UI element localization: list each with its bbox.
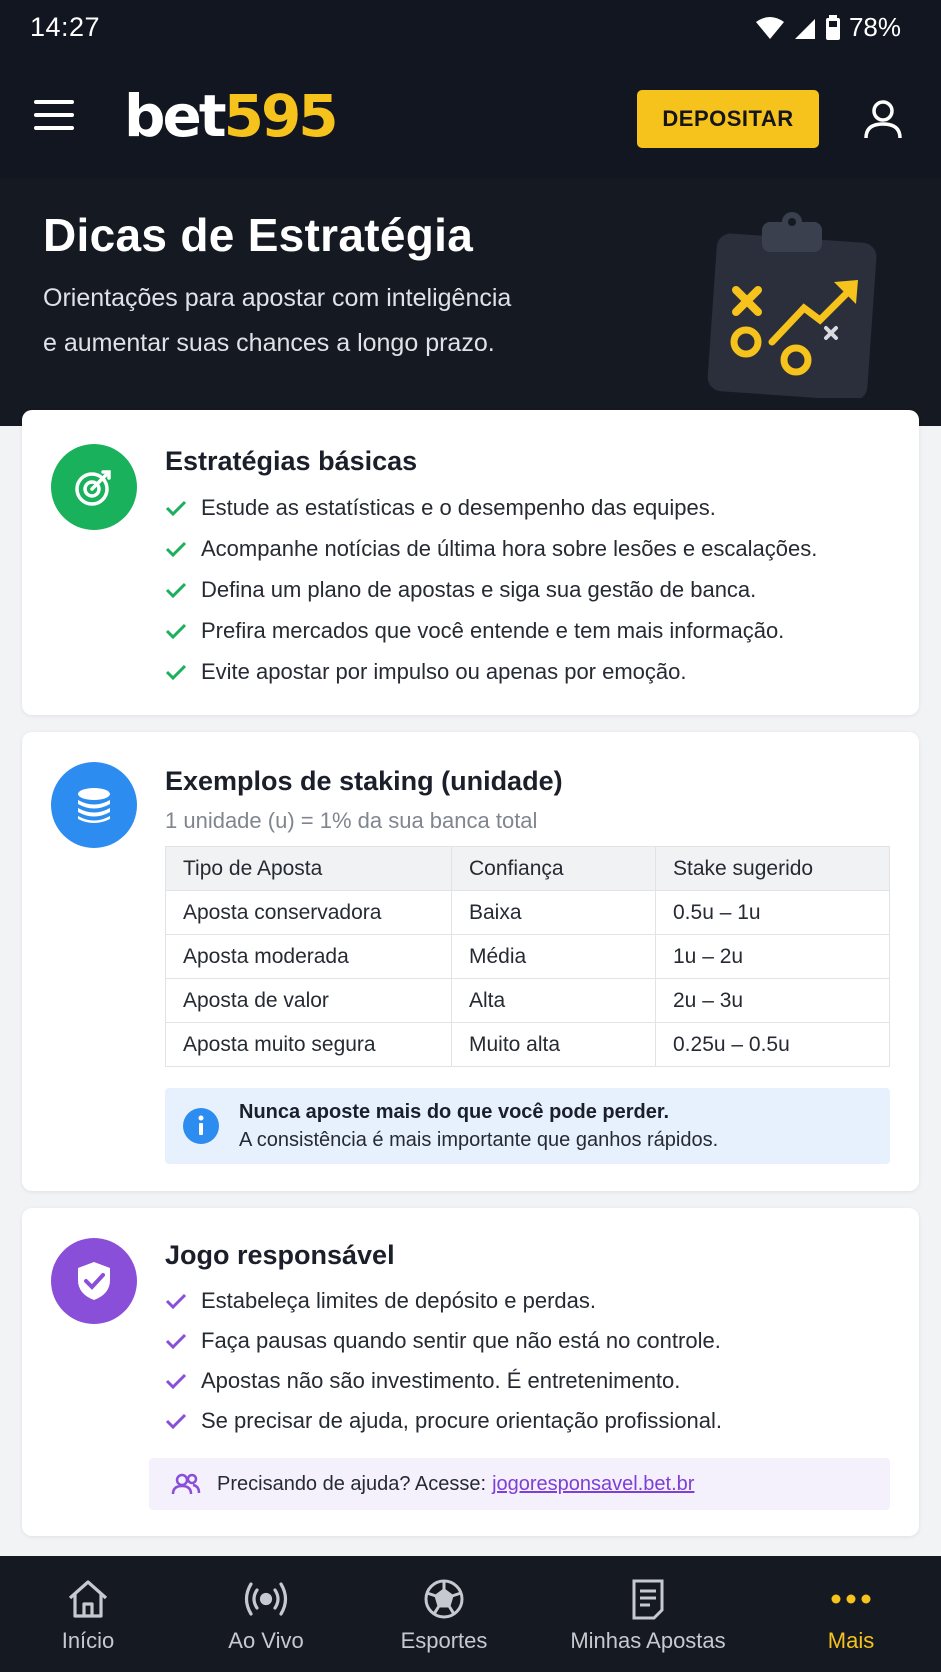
help-text: Precisando de ajuda? Acesse: bbox=[217, 1472, 487, 1495]
table-cell: Muito alta bbox=[451, 1022, 656, 1067]
staking-table: Tipo de Aposta Confiança Stake sugerido … bbox=[165, 846, 890, 1067]
basic-strategies-title: Estratégias básicas bbox=[165, 446, 418, 476]
help-link[interactable]: jogoresponsavel.bet.br bbox=[492, 1473, 694, 1496]
battery-percent: 78% bbox=[848, 12, 901, 42]
table-cell: Baixa bbox=[451, 890, 656, 935]
table-cell: Aposta muito segura bbox=[165, 1022, 452, 1067]
list-item: Defina um plano de apostas e siga sua ge… bbox=[165, 569, 817, 610]
responsible-gaming-card: Jogo responsável Estabeleça limites de d… bbox=[22, 1208, 919, 1536]
column-header: Stake sugerido bbox=[655, 846, 890, 891]
status-time: 14:27 bbox=[30, 12, 101, 42]
page-subtitle: Orientações para apostar com inteligênci… bbox=[43, 284, 512, 357]
table-cell: Aposta moderada bbox=[165, 934, 452, 979]
clipboard-strategy-icon bbox=[707, 212, 877, 398]
check-icon bbox=[165, 1293, 187, 1310]
page-title: Dicas de Estratégia bbox=[43, 209, 474, 261]
check-icon bbox=[165, 541, 187, 557]
app-header: bet595 DEPOSITAR bbox=[0, 54, 941, 178]
bet-slip-icon bbox=[630, 1576, 666, 1622]
list-item: Prefira mercados que você entende e tem … bbox=[165, 610, 817, 651]
nav-more[interactable]: Mais bbox=[806, 1556, 896, 1672]
info-note-text: A consistência é mais importante que gan… bbox=[239, 1129, 719, 1151]
info-note: Nunca aposte mais do que você pode perde… bbox=[165, 1088, 890, 1164]
live-icon bbox=[243, 1576, 289, 1622]
table-row: Aposta moderada Média 1u – 2u bbox=[165, 934, 890, 979]
list-item: Acompanhe notícias de última hora sobre … bbox=[165, 528, 817, 569]
column-header: Tipo de Aposta bbox=[165, 846, 452, 891]
list-item: Estude as estatísticas e o desempenho da… bbox=[165, 487, 817, 528]
column-header: Confiança bbox=[451, 846, 656, 891]
people-icon bbox=[171, 1473, 201, 1495]
table-cell: 0.25u – 0.5u bbox=[655, 1022, 890, 1067]
check-icon bbox=[165, 623, 187, 639]
table-cell: Média bbox=[451, 934, 656, 979]
staking-subtitle: 1 unidade (u) = 1% da sua banca total bbox=[165, 808, 538, 833]
home-icon bbox=[67, 1576, 109, 1622]
signal-icon bbox=[794, 18, 815, 39]
check-icon bbox=[165, 1333, 187, 1350]
table-row: Aposta muito segura Muito alta 0.25u – 0.5… bbox=[165, 1022, 890, 1067]
bottom-nav: Início Ao Vivo Esportes Minhas Apostas M… bbox=[0, 1556, 941, 1672]
status-icons: 78% bbox=[755, 12, 901, 43]
table-cell: 0.5u – 1u bbox=[655, 890, 890, 935]
staking-examples-card: Exemplos de staking (unidade) 1 unidade … bbox=[22, 732, 919, 1191]
table-cell: 2u – 3u bbox=[655, 978, 890, 1023]
nav-sports[interactable]: Esportes bbox=[394, 1556, 494, 1672]
hero-banner: Dicas de Estratégia Orientações para apo… bbox=[0, 178, 941, 426]
nav-home[interactable]: Início bbox=[43, 1556, 133, 1672]
nav-my-bets[interactable]: Minhas Apostas bbox=[563, 1556, 733, 1672]
help-banner: Precisando de ajuda? Acesse: jogorespons… bbox=[149, 1458, 890, 1510]
check-icon bbox=[165, 500, 187, 516]
wifi-icon bbox=[755, 16, 784, 39]
status-bar: 14:27 78% bbox=[0, 0, 941, 54]
more-dots-icon bbox=[831, 1576, 871, 1622]
soccer-ball-icon bbox=[423, 1576, 465, 1622]
info-icon bbox=[183, 1108, 219, 1144]
deposit-button[interactable]: DEPOSITAR bbox=[637, 90, 819, 148]
responsible-title: Jogo responsável bbox=[165, 1240, 395, 1270]
basic-strategies-list: Estude as estatísticas e o desempenho da… bbox=[165, 487, 817, 692]
user-icon[interactable] bbox=[862, 98, 904, 140]
menu-icon[interactable] bbox=[34, 100, 74, 130]
table-cell: Alta bbox=[451, 978, 656, 1023]
nav-live[interactable]: Ao Vivo bbox=[216, 1556, 316, 1672]
staking-title: Exemplos de staking (unidade) bbox=[165, 766, 563, 796]
basic-strategies-card: Estratégias básicas Estude as estatístic… bbox=[22, 410, 919, 715]
battery-icon bbox=[825, 14, 840, 40]
table-cell: Aposta conservadora bbox=[165, 890, 452, 935]
check-icon bbox=[165, 582, 187, 598]
info-note-title: Nunca aposte mais do que você pode perde… bbox=[239, 1101, 670, 1123]
check-icon bbox=[165, 1373, 187, 1390]
list-item: Estabeleça limites de depósito e perdas. bbox=[165, 1281, 722, 1321]
table-cell: Aposta de valor bbox=[165, 978, 452, 1023]
table-row: Aposta de valor Alta 2u – 3u bbox=[165, 978, 890, 1023]
list-item: Apostas não são investimento. É entreten… bbox=[165, 1361, 722, 1401]
table-header-row: Tipo de Aposta Confiança Stake sugerido bbox=[165, 846, 890, 891]
list-item: Faça pausas quando sentir que não está n… bbox=[165, 1321, 722, 1361]
table-row: Aposta conservadora Baixa 0.5u – 1u bbox=[165, 890, 890, 935]
logo[interactable]: bet595 bbox=[124, 84, 339, 148]
list-item: Evite apostar por impulso ou apenas por … bbox=[165, 651, 817, 692]
responsible-list: Estabeleça limites de depósito e perdas.… bbox=[165, 1281, 722, 1441]
table-cell: 1u – 2u bbox=[655, 934, 890, 979]
coins-icon bbox=[51, 762, 137, 848]
shield-check-icon bbox=[51, 1238, 137, 1324]
list-item: Se precisar de ajuda, procure orientação… bbox=[165, 1401, 722, 1441]
target-icon bbox=[51, 444, 137, 530]
check-icon bbox=[165, 664, 187, 680]
check-icon bbox=[165, 1413, 187, 1430]
